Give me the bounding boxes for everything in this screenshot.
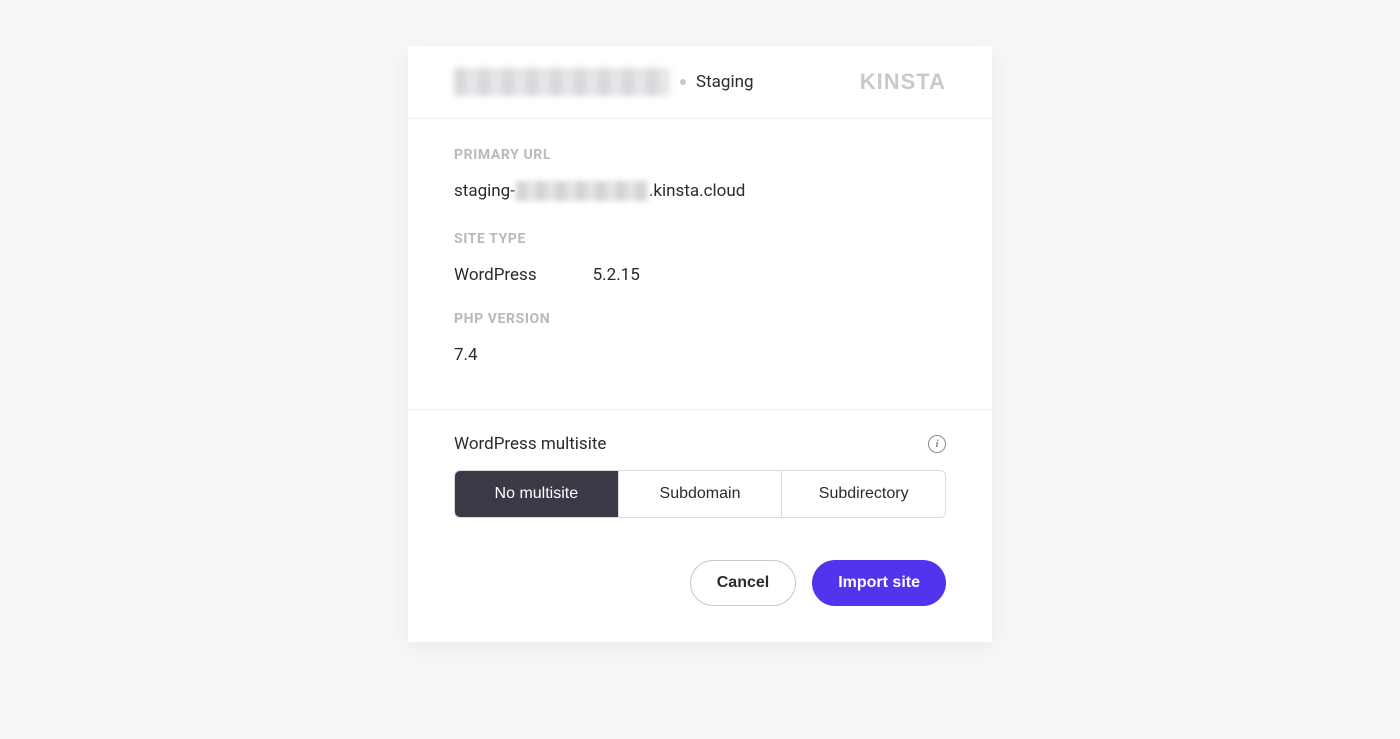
cancel-button[interactable]: Cancel: [690, 560, 796, 606]
import-site-button[interactable]: Import site: [812, 560, 946, 606]
multisite-segmented-control: No multisite Subdomain Subdirectory: [454, 470, 946, 518]
info-icon[interactable]: i: [928, 435, 946, 453]
site-name-redacted: [454, 68, 670, 96]
environment-label: Staging: [696, 72, 754, 92]
php-version-value: 7.4: [454, 345, 946, 365]
card-body: PRIMARY URL staging- .kinsta.cloud SITE T…: [408, 119, 992, 410]
site-type-heading: SITE TYPE: [454, 231, 946, 247]
import-site-card: Staging KINSTA PRIMARY URL staging- .kins…: [408, 46, 992, 642]
primary-url-heading: PRIMARY URL: [454, 147, 946, 163]
header-left: Staging: [454, 68, 754, 96]
site-type-version: 5.2.15: [593, 265, 640, 285]
url-prefix: staging-: [454, 181, 515, 201]
multisite-header: WordPress multisite i: [454, 434, 946, 454]
php-version-heading: PHP VERSION: [454, 311, 946, 327]
multisite-option-subdomain[interactable]: Subdomain: [618, 471, 782, 517]
kinsta-logo: KINSTA: [860, 69, 946, 95]
multisite-section: WordPress multisite i No multisite Subdo…: [408, 410, 992, 528]
card-header: Staging KINSTA: [408, 46, 992, 119]
multisite-option-none[interactable]: No multisite: [455, 471, 618, 517]
url-middle-redacted: [516, 181, 648, 201]
site-type-row: WordPress 5.2.15: [454, 265, 946, 285]
multisite-title: WordPress multisite: [454, 434, 606, 454]
multisite-option-subdirectory[interactable]: Subdirectory: [781, 471, 945, 517]
site-type-name: WordPress: [454, 265, 537, 285]
url-suffix: .kinsta.cloud: [649, 181, 745, 201]
separator-dot: [680, 79, 686, 85]
card-footer: Cancel Import site: [408, 528, 992, 642]
primary-url-value: staging- .kinsta.cloud: [454, 181, 946, 201]
